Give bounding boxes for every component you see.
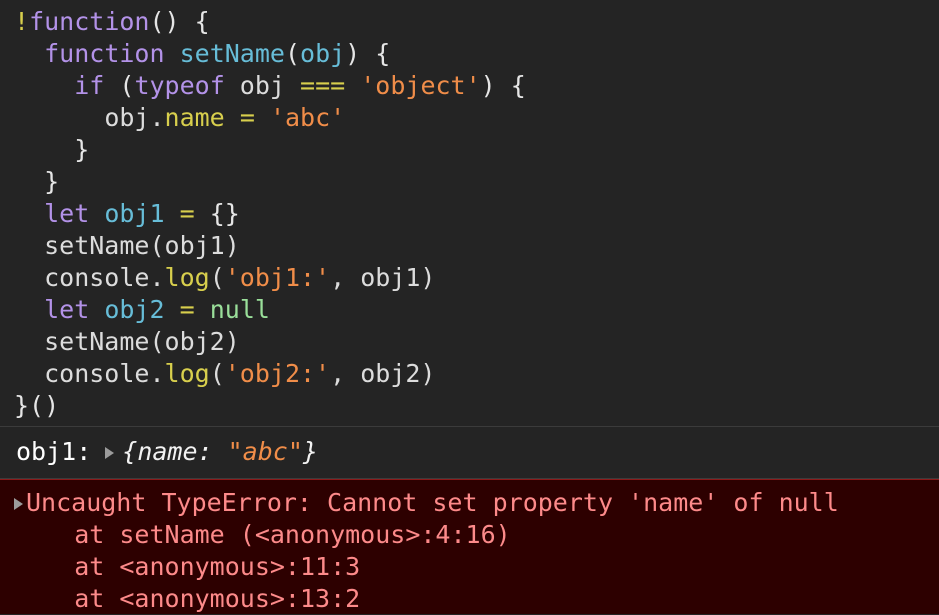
code-token: . [149,263,165,292]
code-token: } [14,167,60,196]
code-token: = [179,199,195,228]
code-line[interactable]: let obj2 = null [0,294,939,326]
code-token: 'obj1:' [224,263,331,292]
error-stack-line[interactable]: at <anonymous>:11:3 [0,551,939,583]
code-token: obj2 [104,295,165,324]
console-output-panel: obj1: {name: "abc"} Uncaught TypeError: C… [0,427,939,614]
code-token: ( [209,359,225,388]
error-stack-container: at setName (<anonymous>:4:16) at <anonym… [0,519,939,615]
triangle-right-icon[interactable] [14,498,23,510]
code-token: ) { [480,71,526,100]
object-value: "abc" [227,437,303,466]
logged-object-preview[interactable]: {name: "abc"} [122,437,318,467]
console-log-row[interactable]: obj1: {name: "abc"} [0,427,939,479]
code-token: let [44,295,90,324]
code-token: if [74,71,105,100]
log-label: obj1: [16,437,92,466]
code-token: setName(obj1) [14,231,240,260]
devtools-console-screenshot: !function() { function setName(obj) { if… [0,0,939,614]
code-line[interactable]: } [0,166,939,198]
code-token: () { [149,7,210,36]
code-token: = [239,103,255,132]
code-editor-panel[interactable]: !function() { function setName(obj) { if… [0,0,939,427]
code-line[interactable]: !function() { [0,6,939,38]
error-message-text: Uncaught TypeError: Cannot set property … [26,488,839,517]
code-token: 'obj2:' [224,359,331,388]
code-token: , obj1) [330,263,436,292]
code-token: console [14,359,150,388]
code-token: setName(obj2) [14,327,240,356]
code-line[interactable]: setName(obj1) [0,230,939,262]
object-prefix: {name: [122,437,228,466]
code-token: log [164,263,210,292]
code-token: obj [104,103,150,132]
code-token: log [164,359,210,388]
code-line[interactable]: if (typeof obj === 'object') { [0,70,939,102]
code-token: function [29,7,150,36]
error-stack-line[interactable]: at <anonymous>:13:2 [0,583,939,615]
code-token: console [14,263,150,292]
code-line[interactable]: } [0,134,939,166]
code-line[interactable]: console.log('obj2:', obj2) [0,358,939,390]
code-line[interactable]: console.log('obj1:', obj1) [0,262,939,294]
code-token: ( [104,71,135,100]
error-message-line[interactable]: Uncaught TypeError: Cannot set property … [0,487,939,519]
code-token: obj1 [104,199,165,228]
code-token: name [164,103,225,132]
code-token: ( [284,39,301,68]
code-lines-container: !function() { function setName(obj) { if… [0,6,939,422]
code-token: . [149,359,165,388]
code-line[interactable]: let obj1 = {} [0,198,939,230]
code-line[interactable]: setName(obj2) [0,326,939,358]
object-suffix: } [302,437,318,466]
code-token: ! [14,7,30,36]
code-line[interactable]: obj.name = 'abc' [0,102,939,134]
code-token: ) { [345,39,391,68]
code-token: ( [209,263,225,292]
console-error-row[interactable]: Uncaught TypeError: Cannot set property … [0,479,939,614]
code-token: , obj2) [330,359,436,388]
code-token: } [14,135,90,164]
error-stack-line[interactable]: at setName (<anonymous>:4:16) [0,519,939,551]
code-token: }() [14,391,60,420]
code-token: {} [209,199,240,228]
code-line[interactable]: function setName(obj) { [0,38,939,70]
code-token: 'object' [360,71,481,100]
code-token: === [300,71,346,100]
code-line[interactable]: }() [0,390,939,422]
code-token: obj [300,39,346,68]
code-token: . [149,103,165,132]
code-token: function [44,39,165,68]
code-token: = [179,295,195,324]
code-token: setName [179,39,285,68]
code-token: typeof [134,71,225,100]
code-token: null [209,295,270,324]
triangle-right-icon[interactable] [105,447,115,459]
code-token: let [44,199,90,228]
code-token: obj [224,71,301,100]
code-token: 'abc' [269,103,346,132]
